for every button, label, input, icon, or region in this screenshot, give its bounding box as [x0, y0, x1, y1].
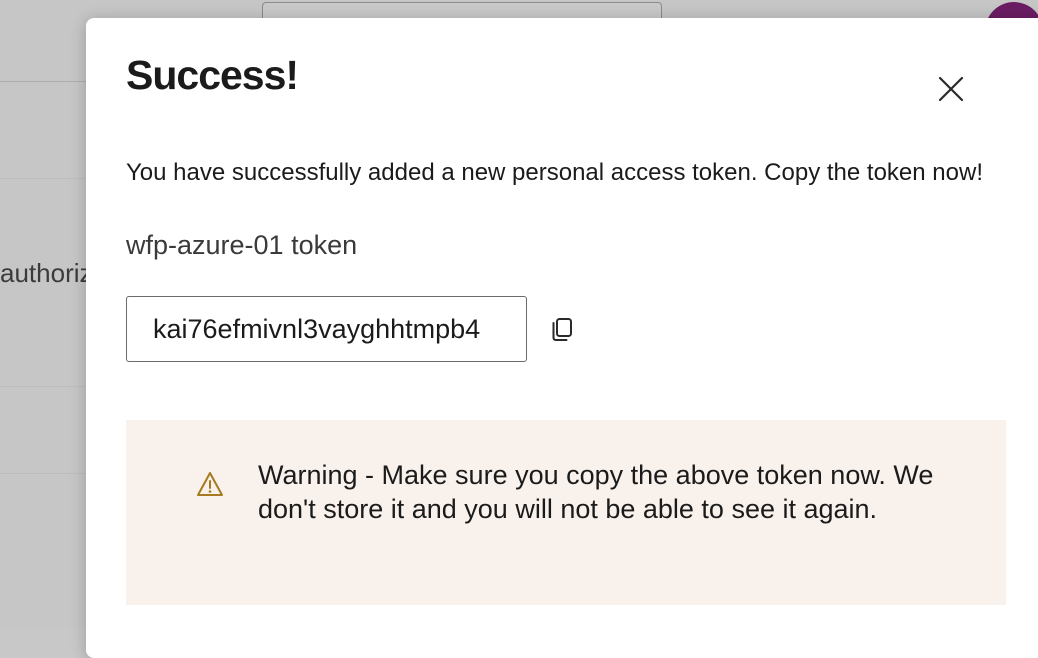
token-name-label: wfp-azure-01 token — [126, 230, 358, 260]
token-value-field[interactable] — [126, 296, 527, 362]
warning-icon — [197, 472, 223, 496]
dialog-description: You have successfully added a new person… — [126, 159, 983, 186]
close-icon — [938, 76, 964, 102]
warning-message: Warning - Make sure you copy the above t… — [258, 460, 934, 524]
copy-token-button[interactable] — [548, 314, 578, 344]
close-button[interactable] — [934, 72, 968, 106]
background-partial-text: authoriz — [0, 258, 90, 288]
dialog-title: Success! — [126, 52, 299, 98]
success-dialog: Success! You have successfully added a n… — [86, 18, 1038, 658]
copy-icon — [552, 318, 572, 341]
warning-banner: Warning - Make sure you copy the above t… — [126, 420, 1006, 605]
